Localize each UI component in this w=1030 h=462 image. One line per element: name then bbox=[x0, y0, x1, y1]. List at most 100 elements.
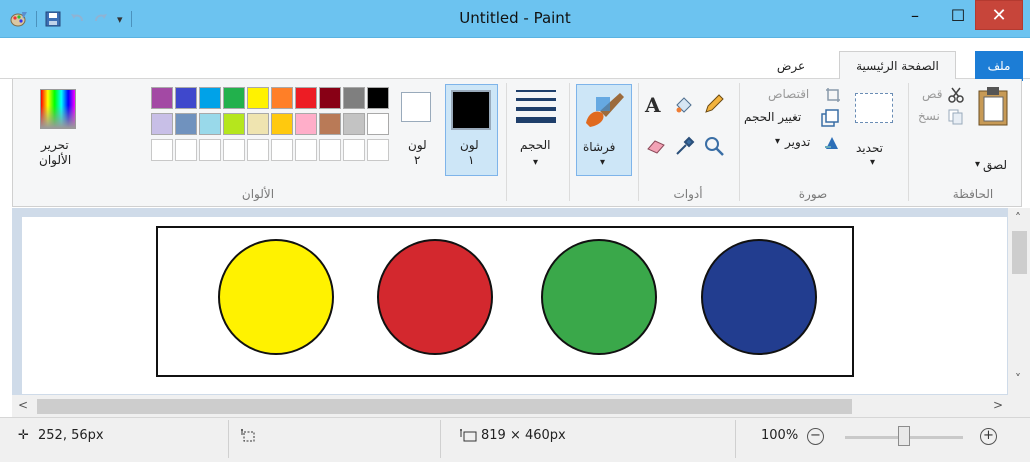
scroll-up-arrow[interactable]: ˄ bbox=[1015, 211, 1021, 225]
palette-color-swatch[interactable] bbox=[175, 113, 197, 135]
tab-home[interactable]: الصفحة الرئيسية bbox=[839, 51, 956, 81]
palette-color-swatch[interactable] bbox=[199, 113, 221, 135]
group-separator bbox=[506, 83, 507, 201]
custom-color-slot[interactable] bbox=[319, 139, 341, 161]
group-separator bbox=[638, 83, 639, 201]
brushes-dropdown-arrow[interactable]: ▾ bbox=[600, 157, 605, 168]
paste-dropdown-arrow[interactable]: ▾ bbox=[975, 159, 980, 170]
color2-swatch[interactable] bbox=[401, 92, 431, 122]
paste-icon[interactable] bbox=[976, 85, 1010, 129]
maximize-button[interactable]: ☐ bbox=[941, 0, 975, 30]
colors-group-label: الألوان bbox=[241, 187, 275, 201]
resize-label[interactable]: تغيير الحجم bbox=[744, 110, 801, 124]
minimize-button[interactable]: – bbox=[898, 0, 932, 30]
zoom-slider-knob[interactable] bbox=[898, 426, 910, 446]
custom-color-slot[interactable] bbox=[271, 139, 293, 161]
palette-color-swatch[interactable] bbox=[319, 113, 341, 135]
color1-number[interactable]: ١ bbox=[468, 153, 474, 167]
tab-view[interactable]: عرض bbox=[766, 52, 816, 79]
palette-color-swatch[interactable] bbox=[295, 113, 317, 135]
select-label[interactable]: تحديد bbox=[856, 141, 883, 155]
palette-color-swatch[interactable] bbox=[151, 87, 173, 109]
fill-bucket-icon[interactable] bbox=[673, 93, 695, 115]
scroll-down-arrow[interactable]: ˅ bbox=[1015, 372, 1021, 386]
palette-color-swatch[interactable] bbox=[271, 87, 293, 109]
scissors-icon[interactable] bbox=[948, 87, 964, 103]
size-dropdown-arrow[interactable]: ▾ bbox=[533, 157, 538, 168]
crop-label[interactable]: اقتصاص bbox=[768, 87, 809, 101]
selection-size-icon bbox=[241, 429, 255, 442]
zoom-level: 100% bbox=[761, 428, 799, 443]
color1-swatch[interactable] bbox=[451, 90, 491, 130]
close-button[interactable]: ✕ bbox=[975, 0, 1023, 30]
custom-color-slot[interactable] bbox=[175, 139, 197, 161]
edit-colors-label-line2[interactable]: الألوان bbox=[39, 153, 71, 167]
clipboard-group-label: الحافظة bbox=[952, 187, 994, 201]
ribbon-home: لصق ▾ قص نسخ الحافظة تحديد ▾ اقتصاص تغيي… bbox=[12, 79, 1022, 207]
pencil-icon[interactable] bbox=[703, 93, 725, 115]
crop-icon[interactable] bbox=[825, 87, 841, 103]
scroll-right-arrow[interactable]: > bbox=[993, 398, 1003, 412]
custom-color-slot[interactable] bbox=[223, 139, 245, 161]
color2-number[interactable]: ٢ bbox=[414, 153, 420, 167]
image-group-label: صورة bbox=[798, 187, 828, 201]
magnifier-icon[interactable] bbox=[703, 135, 725, 157]
tab-file[interactable]: ملف bbox=[975, 51, 1023, 81]
group-separator bbox=[739, 83, 740, 201]
palette-color-swatch[interactable] bbox=[175, 87, 197, 109]
color-picker-icon[interactable] bbox=[674, 135, 696, 157]
brushes-label[interactable]: فرشاة bbox=[583, 140, 615, 154]
color2-label[interactable]: لون bbox=[408, 138, 427, 152]
eraser-icon[interactable] bbox=[645, 137, 667, 155]
scroll-left-arrow[interactable]: < bbox=[18, 398, 28, 412]
horizontal-scroll-thumb[interactable] bbox=[37, 399, 852, 414]
custom-color-slot[interactable] bbox=[247, 139, 269, 161]
copy-icon[interactable] bbox=[948, 109, 964, 125]
rotate-dropdown-arrow[interactable]: ▾ bbox=[775, 136, 780, 147]
cursor-position-icon: ✛ bbox=[18, 428, 29, 443]
rotate-label[interactable]: تدوير bbox=[785, 135, 810, 149]
palette-color-swatch[interactable] bbox=[199, 87, 221, 109]
resize-icon[interactable] bbox=[821, 109, 839, 127]
line-size-icon[interactable] bbox=[516, 88, 556, 126]
custom-color-slot[interactable] bbox=[295, 139, 317, 161]
image-size-icon bbox=[460, 429, 477, 442]
edit-colors-label-line1[interactable]: تحرير bbox=[41, 138, 69, 152]
palette-color-swatch[interactable] bbox=[295, 87, 317, 109]
text-tool-icon[interactable]: A bbox=[645, 93, 661, 117]
palette-color-swatch[interactable] bbox=[367, 87, 389, 109]
brush-icon[interactable] bbox=[582, 89, 626, 129]
palette-color-swatch[interactable] bbox=[151, 113, 173, 135]
palette-color-swatch[interactable] bbox=[247, 113, 269, 135]
palette-color-swatch[interactable] bbox=[247, 87, 269, 109]
custom-color-slot[interactable] bbox=[367, 139, 389, 161]
cut-label[interactable]: قص bbox=[922, 87, 942, 101]
palette-color-swatch[interactable] bbox=[223, 113, 245, 135]
zoom-out-button[interactable]: − bbox=[807, 428, 824, 445]
palette-color-swatch[interactable] bbox=[343, 87, 365, 109]
palette-color-swatch[interactable] bbox=[223, 87, 245, 109]
palette-color-swatch[interactable] bbox=[271, 113, 293, 135]
size-label[interactable]: الحجم bbox=[520, 138, 550, 152]
edit-colors-icon[interactable] bbox=[40, 89, 76, 129]
custom-color-slot[interactable] bbox=[151, 139, 173, 161]
zoom-in-button[interactable]: + bbox=[980, 428, 997, 445]
rotate-icon[interactable] bbox=[823, 133, 841, 151]
circle-1 bbox=[218, 239, 334, 355]
custom-color-slot[interactable] bbox=[199, 139, 221, 161]
copy-label[interactable]: نسخ bbox=[918, 109, 940, 123]
status-separator bbox=[228, 420, 229, 458]
palette-color-swatch[interactable] bbox=[319, 87, 341, 109]
custom-color-slot[interactable] bbox=[343, 139, 365, 161]
group-separator bbox=[569, 83, 570, 201]
select-icon[interactable] bbox=[855, 93, 893, 123]
select-dropdown-arrow[interactable]: ▾ bbox=[870, 157, 875, 168]
circle-3 bbox=[541, 239, 657, 355]
palette-color-swatch[interactable] bbox=[367, 113, 389, 135]
image-size: 819 × 460px bbox=[481, 428, 566, 443]
vertical-scroll-thumb[interactable] bbox=[1012, 231, 1027, 274]
palette-color-swatch[interactable] bbox=[343, 113, 365, 135]
status-separator bbox=[735, 420, 736, 458]
color1-label[interactable]: لون bbox=[460, 138, 479, 152]
paste-label[interactable]: لصق bbox=[983, 158, 1007, 172]
